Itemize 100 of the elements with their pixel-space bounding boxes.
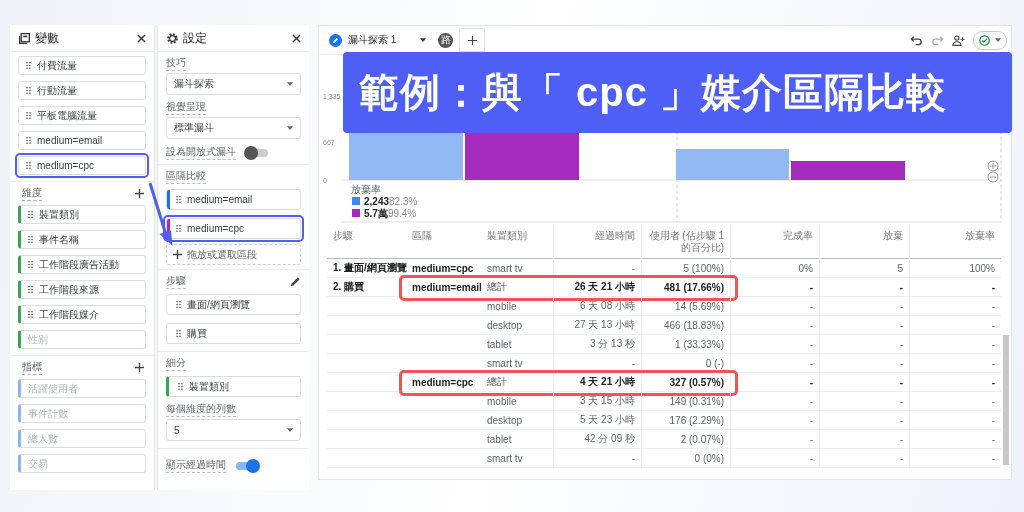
visualization-dropdown[interactable]: 標準漏斗 bbox=[166, 117, 301, 139]
plus-icon bbox=[467, 35, 477, 45]
check-icon bbox=[979, 34, 990, 46]
table-cell-text: 2. 購買 bbox=[332, 280, 366, 294]
table-cell: 0 (0%) bbox=[641, 449, 730, 467]
step-chip[interactable]: 購買 bbox=[166, 323, 301, 344]
segment-chip[interactable]: medium=email bbox=[18, 131, 146, 150]
table-cell-text: medium=cpc bbox=[411, 262, 475, 274]
table-cell-text: tablet bbox=[486, 338, 513, 350]
table-cell: - bbox=[819, 278, 909, 296]
technique-dropdown[interactable]: 漏斗探索 bbox=[166, 73, 301, 95]
table-cell: 2 (0.07%) bbox=[641, 430, 730, 448]
table-cell: - bbox=[909, 411, 1001, 429]
drop-zone[interactable]: 拖放或選取區段 bbox=[166, 244, 301, 265]
dimension-chip[interactable]: 工作階段廣告活動 bbox=[18, 255, 146, 274]
table-cell: - bbox=[730, 411, 819, 429]
column-header: 放棄率 bbox=[909, 225, 1001, 259]
toggle-switch[interactable] bbox=[236, 461, 258, 470]
table-cell: - bbox=[819, 373, 909, 391]
drag-handle-icon bbox=[28, 310, 33, 319]
segment-chip[interactable]: 平板電腦流量 bbox=[18, 106, 146, 125]
drag-handle-icon bbox=[28, 235, 33, 244]
dimension-chip[interactable]: 裝置類別 bbox=[166, 376, 301, 397]
rows-dropdown[interactable]: 5 bbox=[166, 419, 301, 441]
toggle-label: 設為開放式漏斗 bbox=[166, 145, 236, 160]
segment-chip[interactable]: medium=cpc bbox=[18, 156, 146, 175]
add-person-icon[interactable] bbox=[952, 33, 965, 47]
table-cell: 149 (0.31%) bbox=[641, 392, 730, 410]
add-icon[interactable] bbox=[135, 363, 144, 372]
table-cell: - bbox=[553, 449, 641, 467]
table-cell: - bbox=[730, 316, 819, 334]
caret-icon bbox=[995, 38, 1001, 42]
table-cell: - bbox=[730, 449, 819, 467]
table-cell: 5 bbox=[819, 259, 909, 277]
table-cell-text: desktop bbox=[486, 414, 524, 426]
dimension-chip[interactable]: 裝置類別 bbox=[18, 205, 146, 224]
table-cell: - bbox=[730, 430, 819, 448]
dimension-chip[interactable]: 工作階段來源 bbox=[18, 280, 146, 299]
table-cell: 100% bbox=[909, 259, 1001, 277]
table-cell: - bbox=[553, 354, 641, 372]
caret-icon bbox=[287, 82, 293, 86]
table-cell: 3 分 13 秒 bbox=[553, 335, 641, 353]
table-cell: - bbox=[909, 278, 1001, 296]
table-cell-text: smart tv bbox=[486, 452, 524, 464]
caret-icon bbox=[287, 126, 293, 130]
segment-chip[interactable]: 付費流量 bbox=[18, 56, 146, 75]
field-label: 技巧 bbox=[166, 56, 186, 71]
table-cell: - bbox=[909, 335, 1001, 353]
column-header: 裝置類別 bbox=[486, 229, 528, 243]
field-label: 步驟 bbox=[166, 274, 186, 289]
section-title: 維度 bbox=[22, 186, 42, 201]
dimension-chip[interactable]: 事件名稱 bbox=[18, 230, 146, 249]
drag-handle-icon bbox=[28, 285, 33, 294]
drag-handle-icon bbox=[26, 161, 31, 170]
table-cell: 176 (2.29%) bbox=[641, 411, 730, 429]
table-cell: - bbox=[819, 335, 909, 353]
pencil-icon[interactable] bbox=[290, 276, 301, 287]
pencil-icon bbox=[329, 33, 342, 47]
table-cell-text: mobile bbox=[486, 300, 518, 312]
drag-handle-icon bbox=[28, 210, 33, 219]
table-cell: 1 (33.33%) bbox=[641, 335, 730, 353]
drag-handle-icon bbox=[26, 111, 31, 120]
column-header: 經過時間 bbox=[553, 225, 641, 259]
panel-title: 變數 bbox=[35, 29, 59, 47]
field-label: 細分 bbox=[166, 356, 186, 371]
table-cell: - bbox=[819, 411, 909, 429]
scrollbar[interactable] bbox=[1003, 335, 1009, 465]
table-cell: - bbox=[819, 449, 909, 467]
caret-icon bbox=[420, 38, 427, 42]
add-tab-button[interactable] bbox=[459, 28, 486, 52]
table-cell: - bbox=[909, 316, 1001, 334]
table-cell: 5 天 23 小時 bbox=[553, 411, 641, 429]
table-cell: - bbox=[819, 297, 909, 315]
table-cell: - bbox=[819, 354, 909, 372]
route-badge[interactable]: 路 bbox=[438, 32, 454, 48]
close-icon[interactable] bbox=[137, 33, 146, 43]
table-cell: - bbox=[909, 449, 1001, 467]
field-label: 視覺呈現 bbox=[166, 100, 206, 115]
column-header: 放棄 bbox=[819, 225, 909, 259]
field-label: 每個維度的列數 bbox=[166, 402, 236, 417]
close-icon[interactable] bbox=[292, 33, 301, 43]
table-cell: - bbox=[553, 259, 641, 277]
status-dropdown[interactable] bbox=[973, 30, 1007, 50]
table-cell-text: 總計 bbox=[486, 280, 508, 294]
table-cell: 481 (17.66%) bbox=[641, 278, 730, 296]
table-cell: 14 (5.69%) bbox=[641, 297, 730, 315]
step-chip[interactable]: 畫面/網頁瀏覽 bbox=[166, 294, 301, 315]
add-icon[interactable] bbox=[135, 189, 144, 198]
toggle-switch[interactable] bbox=[246, 148, 268, 157]
column-header: 區隔 bbox=[411, 229, 433, 243]
segment-chip[interactable]: medium=email bbox=[166, 189, 301, 210]
table-cell-text: mobile bbox=[486, 395, 518, 407]
dimension-chip[interactable]: 工作階段媒介 bbox=[18, 305, 146, 324]
table-cell: - bbox=[909, 297, 1001, 315]
table-cell: 4 天 21 小時 bbox=[553, 373, 641, 391]
panel-title: 設定 bbox=[183, 29, 207, 47]
segment-chip[interactable]: 行動流量 bbox=[18, 81, 146, 100]
table-cell: 42 分 09 秒 bbox=[553, 430, 641, 448]
table-cell: - bbox=[730, 392, 819, 410]
column-header: 步驟 bbox=[332, 229, 354, 243]
